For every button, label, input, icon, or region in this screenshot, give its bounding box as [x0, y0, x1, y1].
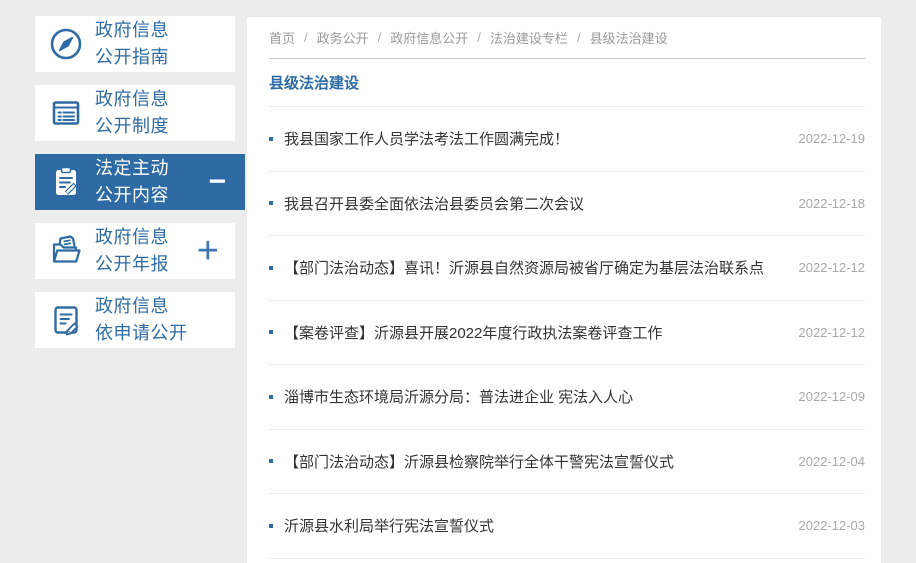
document-edit-icon: [46, 300, 86, 340]
sidebar-item-disclosure-system[interactable]: 政府信息 公开制度: [35, 85, 235, 141]
folder-icon: [46, 231, 86, 271]
breadcrumb: 首页 / 政务公开 / 政府信息公开 / 法治建设专栏 / 县级法治建设: [269, 17, 865, 59]
clipboard-pencil-icon: [46, 162, 86, 202]
bullet-icon: [269, 459, 273, 464]
article-date: 2022-12-12: [798, 324, 866, 340]
article-title: 我县召开县委全面依法治县委员会第二次会议: [284, 195, 585, 213]
article-date: 2022-12-04: [798, 453, 866, 469]
breadcrumb-separator: /: [576, 30, 581, 45]
sidebar-item-annual-report[interactable]: 政府信息 公开年报 +: [35, 223, 235, 279]
bullet-icon: [269, 330, 273, 335]
breadcrumb-government-affairs[interactable]: 政务公开: [317, 28, 369, 47]
breadcrumb-current-page: 县级法治建设: [589, 31, 668, 46]
bullet-icon: [269, 201, 273, 206]
breadcrumb-home[interactable]: 首页: [269, 28, 295, 47]
content-panel: 首页 / 政务公开 / 政府信息公开 / 法治建设专栏 / 县级法治建设 县级法…: [247, 16, 881, 563]
article-date: 2022-12-19: [798, 131, 866, 147]
page-title: 县级法治建设: [269, 75, 360, 92]
article-list: 我县国家工作人员学法考法工作圆满完成！ 2022-12-19 我县召开县委全面依…: [269, 107, 865, 559]
article-row[interactable]: 淄博市生态环境局沂源分局：普法进企业 宪法入人心 2022-12-09: [269, 365, 865, 430]
article-title: 我县国家工作人员学法考法工作圆满完成！: [284, 131, 570, 149]
article-row[interactable]: 【部门法治动态】喜讯！沂源县自然资源局被省厅确定为基层法治联系点 2022-12…: [269, 236, 865, 301]
document-list-icon: [46, 93, 86, 133]
bullet-icon: [269, 265, 273, 270]
article-title: 淄博市生态环境局沂源分局：普法进企业 宪法入人心: [284, 389, 634, 407]
compass-icon: [46, 24, 86, 64]
sidebar: 政府信息 公开指南 政府信息 公开制度 法定主动 公开内容 − 政府信息 公开年…: [35, 16, 247, 361]
article-row[interactable]: 沂源县水利局举行宪法宣誓仪式 2022-12-03: [269, 494, 865, 559]
bullet-icon: [269, 394, 273, 399]
breadcrumb-separator: /: [304, 30, 308, 45]
collapse-icon[interactable]: −: [208, 167, 226, 197]
article-row[interactable]: 【部门法治动态】沂源县检察院举行全体干警宪法宣誓仪式 2022-12-04: [269, 430, 866, 494]
article-date: 2022-12-12: [798, 260, 866, 276]
breadcrumb-rule-of-law-column[interactable]: 法治建设专栏: [490, 28, 568, 47]
sidebar-item-label: 政府信息 依申请公开: [95, 296, 188, 343]
section-header: 县级法治建设: [269, 59, 865, 107]
article-title: 沂源县水利局举行宪法宣誓仪式: [284, 518, 495, 536]
sidebar-item-label: 政府信息 公开年报: [95, 227, 169, 274]
breadcrumb-information-disclosure[interactable]: 政府信息公开: [390, 28, 468, 47]
sidebar-item-disclosure-guide[interactable]: 政府信息 公开指南: [35, 16, 235, 72]
article-row[interactable]: 我县国家工作人员学法考法工作圆满完成！ 2022-12-19: [269, 107, 865, 172]
sidebar-item-label: 法定主动 公开内容: [95, 158, 169, 205]
expand-icon[interactable]: +: [197, 232, 219, 270]
sidebar-item-label: 政府信息 公开指南: [95, 20, 169, 67]
article-title: 【部门法治动态】沂源县检察院举行全体干警宪法宣誓仪式: [284, 453, 675, 471]
article-date: 2022-12-09: [798, 389, 866, 405]
sidebar-item-statutory-active-disclosure[interactable]: 法定主动 公开内容 −: [35, 154, 245, 210]
breadcrumb-separator: /: [477, 30, 481, 45]
article-title: 【案卷评查】沂源县开展2022年度行政执法案卷评查工作: [284, 324, 663, 342]
sidebar-item-label: 政府信息 公开制度: [95, 89, 169, 136]
bullet-icon: [269, 136, 273, 141]
article-title: 【部门法治动态】喜讯！沂源县自然资源局被省厅确定为基层法治联系点: [284, 260, 765, 278]
breadcrumb-separator: /: [377, 30, 382, 45]
article-date: 2022-12-03: [798, 518, 866, 534]
sidebar-item-disclosure-on-request[interactable]: 政府信息 依申请公开: [35, 292, 235, 348]
article-row[interactable]: 【案卷评查】沂源县开展2022年度行政执法案卷评查工作 2022-12-12: [269, 301, 866, 365]
bullet-icon: [269, 523, 273, 528]
article-row[interactable]: 我县召开县委全面依法治县委员会第二次会议 2022-12-18: [269, 172, 866, 236]
article-date: 2022-12-18: [798, 195, 866, 211]
